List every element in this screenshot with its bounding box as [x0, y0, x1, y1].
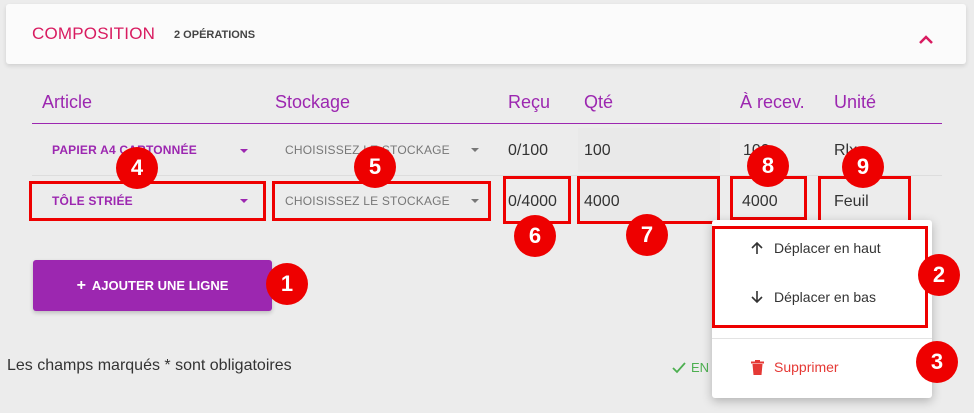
- caret-down-icon[interactable]: [240, 149, 248, 153]
- qty-input[interactable]: 100: [584, 142, 611, 160]
- header-divider: [32, 123, 942, 124]
- annotation-badge: 6: [514, 215, 556, 257]
- column-header-to-receive: À recev.: [740, 92, 805, 112]
- trash-icon: [751, 359, 764, 375]
- section-title: Composition: [32, 24, 156, 43]
- delete-item[interactable]: Supprimer: [712, 347, 932, 387]
- column-header-unit: Unité: [834, 92, 877, 112]
- column-header-storage: Stockage: [275, 92, 351, 112]
- annotation-box-article: [29, 181, 266, 221]
- received-value: 0/100: [508, 142, 549, 159]
- add-line-label: AJOUTER UNE LIGNE: [91, 278, 229, 293]
- column-header-article: Article: [42, 92, 93, 112]
- collapse-button[interactable]: [912, 28, 940, 52]
- menu-divider: [712, 338, 932, 339]
- annotation-badge: 5: [354, 146, 396, 188]
- annotation-box-storage: [272, 181, 491, 221]
- column-header-qty: Qté: [584, 92, 614, 112]
- column-header-received: Reçu: [508, 92, 551, 112]
- caret-down-icon[interactable]: [471, 148, 479, 152]
- save-status-label: EN: [691, 360, 710, 375]
- plus-icon: +: [76, 276, 86, 294]
- annotation-box-menu: [712, 226, 928, 328]
- annotation-badge: 3: [916, 341, 958, 383]
- annotation-badge: 4: [116, 147, 158, 189]
- add-line-button[interactable]: + AJOUTER UNE LIGNE: [33, 260, 272, 311]
- annotation-badge: 2: [918, 254, 960, 296]
- chevron-up-icon: [919, 35, 933, 44]
- annotation-badge: 9: [842, 146, 884, 188]
- save-status: EN: [672, 360, 709, 375]
- annotation-badge: 7: [626, 214, 668, 256]
- annotation-badge: 1: [266, 263, 308, 305]
- annotation-badge: 8: [747, 145, 789, 187]
- check-icon: [672, 361, 686, 373]
- operations-count: 2 opérations: [174, 29, 256, 41]
- delete-label: Supprimer: [774, 359, 839, 375]
- required-fields-note: Les champs marqués * sont obligatoires: [7, 357, 292, 374]
- composition-header[interactable]: Composition 2 opérations: [6, 4, 966, 64]
